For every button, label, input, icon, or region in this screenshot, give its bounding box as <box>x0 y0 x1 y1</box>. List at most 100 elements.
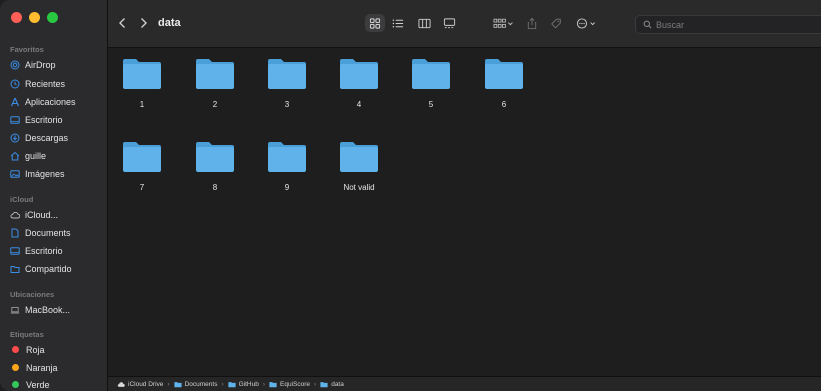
folder-icon <box>228 381 236 387</box>
desktop-icon <box>10 115 20 125</box>
folder-icon <box>320 381 328 387</box>
folder-name: 4 <box>356 100 362 109</box>
folder-name: 1 <box>139 100 145 109</box>
search-field[interactable] <box>635 15 821 34</box>
search-input[interactable] <box>656 19 816 30</box>
sidebar-heading-icloud: iCloud <box>10 195 34 204</box>
folder-item[interactable]: Not valid <box>329 139 389 209</box>
window-controls <box>11 12 58 23</box>
home-icon <box>10 151 20 161</box>
sidebar-item-tag-verde[interactable]: Verde <box>10 376 50 391</box>
folder-icon <box>485 59 523 89</box>
list-icon <box>392 19 404 28</box>
sidebar-heading-locations: Ubicaciones <box>10 290 55 299</box>
chevron-right-icon <box>140 18 147 28</box>
folder-name: 7 <box>139 183 145 192</box>
breadcrumb-label: Documents <box>184 380 218 388</box>
sidebar-item-recientes[interactable]: Recientes <box>10 75 65 92</box>
breadcrumb-documents[interactable]: Documents <box>173 380 218 388</box>
sidebar-item-documents[interactable]: Documents <box>10 224 71 241</box>
breadcrumb-label: GitHub <box>238 380 259 388</box>
forward-button[interactable] <box>136 15 150 31</box>
sidebar-item-escritorio[interactable]: Escritorio <box>10 111 63 128</box>
action-menu-button[interactable] <box>575 16 599 31</box>
sidebar-item-tag-roja[interactable]: Roja <box>10 341 45 358</box>
file-grid: 1 2 3 4 5 6 7 8 9 Not valid <box>108 48 821 376</box>
tag-button[interactable] <box>549 16 563 31</box>
sidebar-item-label: Roja <box>26 344 45 355</box>
column-view-button[interactable] <box>417 16 431 31</box>
folder-icon <box>340 59 378 89</box>
breadcrumb-github[interactable]: GitHub <box>228 381 259 388</box>
tag-orange-dot <box>12 364 19 371</box>
folder-item[interactable]: 7 <box>112 139 172 209</box>
sidebar-item-compartido[interactable]: Compartido <box>10 260 72 277</box>
sidebar-item-escritorio-icloud[interactable]: Escritorio <box>10 242 63 259</box>
list-view-button[interactable] <box>391 16 405 31</box>
folder-name: 8 <box>212 183 218 192</box>
sidebar-item-label: Naranja <box>26 362 58 373</box>
sidebar-item-imagenes[interactable]: Imágenes <box>10 165 65 182</box>
group-grid-icon <box>493 18 513 28</box>
folder-item[interactable]: 5 <box>401 56 461 126</box>
folder-item[interactable]: 3 <box>257 56 317 126</box>
airdrop-icon <box>10 60 20 70</box>
sidebar-item-descargas[interactable]: Descargas <box>10 129 68 146</box>
breadcrumb-separator: › <box>167 380 170 388</box>
group-button[interactable] <box>492 16 514 31</box>
share-button[interactable] <box>526 16 538 31</box>
folder-item[interactable]: 8 <box>185 139 245 209</box>
sidebar-item-label: Verde <box>26 379 50 390</box>
sidebar-item-label: Compartido <box>25 263 72 274</box>
search-icon <box>643 20 652 29</box>
folder-name: 3 <box>284 100 290 109</box>
sidebar: Favoritos AirDrop Recientes Aplicaciones… <box>0 0 108 391</box>
folder-item[interactable]: 9 <box>257 139 317 209</box>
folder-icon <box>268 142 306 172</box>
gallery-view-button[interactable] <box>442 16 456 31</box>
cloud-icon <box>10 210 20 220</box>
sidebar-item-label: Aplicaciones <box>25 96 76 107</box>
folder-item[interactable]: 6 <box>474 56 534 126</box>
folder-item[interactable]: 2 <box>185 56 245 126</box>
chevron-left-icon <box>118 18 125 28</box>
icon-view-button[interactable] <box>365 14 385 32</box>
folder-name: 2 <box>212 100 218 109</box>
folder-icon <box>340 142 378 172</box>
folder-icon <box>196 142 234 172</box>
folder-icon <box>268 59 306 89</box>
maximize-window-button[interactable] <box>47 12 58 23</box>
download-icon <box>10 133 20 143</box>
breadcrumb-equiscore[interactable]: EquiScore <box>269 381 310 388</box>
back-button[interactable] <box>115 15 129 31</box>
sidebar-item-macbook[interactable]: MacBook... <box>10 301 70 318</box>
sidebar-item-tag-naranja[interactable]: Naranja <box>10 359 58 376</box>
sidebar-item-aplicaciones[interactable]: Aplicaciones <box>10 93 76 110</box>
sidebar-item-label: guille <box>25 150 47 161</box>
breadcrumb-label: data <box>331 380 344 388</box>
folder-icon <box>173 381 182 387</box>
folder-name: 5 <box>428 100 434 109</box>
photo-icon <box>10 169 20 179</box>
sidebar-heading-tags: Etiquetas <box>10 330 44 339</box>
breadcrumb-separator: › <box>221 380 224 388</box>
folder-icon <box>123 59 161 89</box>
sidebar-item-airdrop[interactable]: AirDrop <box>10 56 56 73</box>
clock-icon <box>10 79 20 89</box>
folder-icon <box>412 59 450 89</box>
folder-item[interactable]: 1 <box>112 56 172 126</box>
folder-item[interactable]: 4 <box>329 56 389 126</box>
minimize-window-button[interactable] <box>29 12 40 23</box>
sidebar-item-label: Descargas <box>25 132 69 143</box>
breadcrumb-data[interactable]: data <box>320 381 344 388</box>
folder-icon <box>269 381 277 387</box>
close-window-button[interactable] <box>11 12 22 23</box>
grid-icon <box>369 17 381 29</box>
sidebar-item-label: Documents <box>25 227 71 238</box>
columns-icon <box>417 18 431 29</box>
sidebar-item-icloud-drive[interactable]: iCloud... <box>10 206 58 223</box>
sidebar-item-label: MacBook... <box>25 304 71 315</box>
sidebar-item-guille[interactable]: guille <box>10 147 46 164</box>
cloud-icon <box>117 381 125 387</box>
breadcrumb-icloud-drive[interactable]: iCloud Drive <box>117 381 163 388</box>
